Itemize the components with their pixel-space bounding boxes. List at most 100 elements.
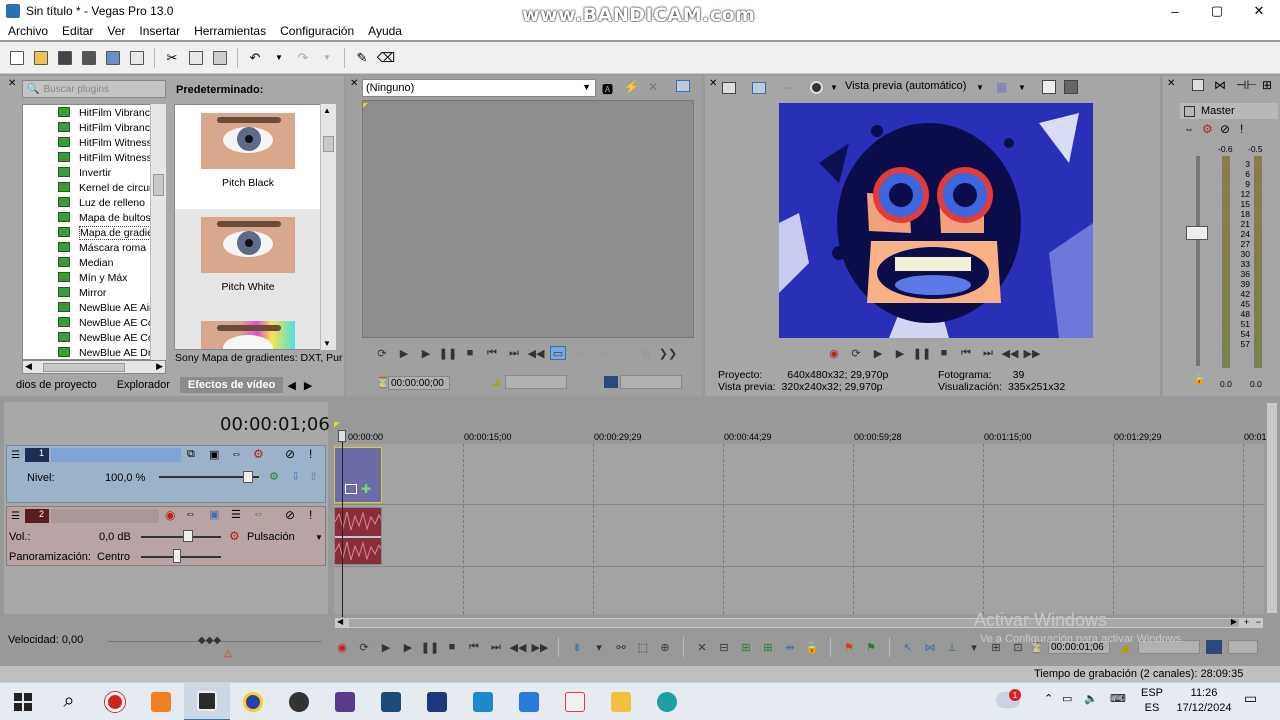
envelope-tool-icon[interactable]: ⚯ — [613, 640, 629, 654]
move-down-icon[interactable]: ⇩ — [291, 470, 300, 483]
master-fader-handle[interactable] — [1186, 226, 1208, 240]
track-motion-icon[interactable]: ⇔ — [231, 448, 242, 460]
stop-icon[interactable]: ■ — [936, 346, 952, 360]
taskbar-app-office[interactable] — [414, 683, 460, 720]
go-to-end-icon[interactable]: ⏭ — [980, 346, 996, 360]
play-from-start-icon[interactable]: ▶ — [870, 346, 886, 360]
record-icon[interactable]: ◉ — [826, 346, 842, 360]
solo-icon[interactable]: ! — [1240, 122, 1243, 136]
save-icon[interactable] — [54, 47, 76, 69]
stop-icon[interactable]: ■ — [462, 346, 478, 360]
previous-frame-icon[interactable]: ◀◀ — [510, 640, 527, 654]
taskbar-app-movie-maker[interactable] — [460, 683, 506, 720]
fit-icon[interactable]: ▭ — [616, 346, 632, 360]
monitor-icon[interactable] — [752, 82, 766, 94]
taskbar-app-media[interactable] — [230, 683, 276, 720]
track-name-field[interactable] — [51, 448, 181, 462]
loop-icon[interactable]: ⟳ — [848, 346, 864, 360]
insert-icon[interactable]: ▭ — [572, 346, 588, 360]
tab-scroll-left-icon[interactable]: ◀ — [283, 379, 299, 392]
move-up-icon[interactable]: ⇧ — [309, 470, 318, 483]
list-item[interactable]: Invertir — [23, 165, 165, 180]
chevron-up-icon[interactable]: ⌃ — [1044, 692, 1053, 705]
pan-slider-handle[interactable] — [173, 549, 181, 563]
play-icon[interactable]: ▶ — [400, 640, 416, 654]
menu-ayuda[interactable]: Ayuda — [360, 24, 408, 38]
search-button[interactable]: ⌕ — [46, 683, 92, 720]
new-file-icon[interactable] — [6, 47, 28, 69]
undo-dropdown-icon[interactable]: ▼ — [268, 47, 290, 69]
play-icon[interactable]: ▶ — [418, 346, 434, 360]
play-from-start-icon[interactable]: ▶ — [378, 640, 394, 654]
taskbar-app-powerdirector[interactable] — [368, 683, 414, 720]
zoom-out-icon[interactable]: − — [1256, 617, 1261, 627]
taskbar-app-edge[interactable] — [644, 683, 690, 720]
presets-scrollbar[interactable]: ▲ ▼ — [320, 104, 336, 350]
meter-icon[interactable]: ⊞ — [1262, 78, 1272, 92]
trim-start-icon[interactable]: ⊞ — [738, 640, 754, 654]
scroll-left-icon[interactable]: ◀ — [25, 361, 32, 372]
list-item[interactable]: Median — [23, 255, 165, 270]
preset-item[interactable] — [175, 313, 321, 349]
volume-slider[interactable] — [141, 536, 221, 538]
preset-pitch-white[interactable]: Pitch White — [175, 209, 321, 313]
overwrite-icon[interactable]: ▭ — [594, 346, 610, 360]
taskbar-app-fl-studio[interactable] — [138, 683, 184, 720]
region-icon[interactable]: ⚑ — [863, 640, 879, 654]
loop-icon[interactable]: ⟳ — [356, 640, 372, 654]
keyboard-icon[interactable]: ⌨ — [1110, 692, 1126, 705]
properties-icon[interactable] — [126, 47, 148, 69]
scroll-down-icon[interactable]: ▼ — [323, 339, 331, 348]
save-as-icon[interactable] — [78, 47, 100, 69]
track-name-field[interactable] — [51, 509, 159, 523]
list-item[interactable]: Mirror — [23, 285, 165, 300]
chevron-down-icon[interactable]: ▼ — [976, 83, 984, 92]
save-snapshot-icon[interactable] — [1064, 80, 1078, 94]
list-item[interactable]: Máscara roma — [23, 240, 165, 255]
go-to-start-icon[interactable]: ⏮ — [466, 640, 482, 654]
scroll-left-icon[interactable]: ◀ — [337, 617, 343, 626]
gear-icon[interactable]: ⚙ — [1202, 122, 1213, 136]
scroll-right-icon[interactable]: ▶ — [1231, 617, 1237, 626]
copy-snapshot-icon[interactable] — [1042, 80, 1056, 94]
chevron-down-icon[interactable]: ▼ — [830, 83, 838, 92]
gear-icon[interactable]: ⚙ — [229, 529, 240, 543]
loop-icon[interactable]: ⟳ — [374, 346, 390, 360]
in-point-field[interactable] — [505, 375, 567, 389]
monitor-icon[interactable] — [676, 80, 690, 92]
open-folder-icon[interactable] — [30, 47, 52, 69]
audio-fx-icon[interactable]: ⇔ — [253, 508, 264, 520]
pan-mode[interactable]: Pulsación — [247, 531, 295, 543]
close-panel-icon[interactable]: ✕ — [350, 78, 358, 89]
previous-frame-icon[interactable]: ◀◀ — [528, 346, 545, 360]
track-menu-icon[interactable]: ☰ — [11, 511, 20, 522]
close-panel-icon[interactable]: ✕ — [709, 78, 717, 89]
next-frame-icon[interactable]: ▶▶ — [532, 640, 549, 654]
scroll-up-icon[interactable]: ▲ — [323, 106, 331, 115]
automation-icon[interactable]: ☰ — [231, 508, 241, 521]
out-point-field[interactable] — [620, 375, 682, 389]
split-screen-icon[interactable] — [810, 81, 823, 94]
undo-icon[interactable]: ↶ — [244, 47, 266, 69]
taskbar-app-video-editor[interactable] — [322, 683, 368, 720]
invert-phase-icon[interactable]: ⇔ — [185, 508, 196, 520]
snapping-icon[interactable]: ↖ — [900, 640, 916, 654]
add-to-timeline-icon[interactable]: ▭ — [550, 346, 566, 360]
pan-slider[interactable] — [141, 556, 221, 558]
render-icon[interactable] — [102, 47, 124, 69]
taskbar-app-vegas[interactable] — [184, 682, 230, 720]
taskbar-app-explorer[interactable] — [598, 683, 644, 720]
go-to-end-icon[interactable]: ⏭ — [488, 640, 504, 654]
selection-end-field[interactable] — [1228, 640, 1258, 654]
properties-icon[interactable] — [722, 82, 736, 94]
scroll-thumb[interactable] — [323, 136, 334, 152]
list-item[interactable]: HitFilm Witness F — [23, 135, 165, 150]
composite-parent-icon[interactable]: ▣ — [209, 448, 219, 461]
scroll-right-icon[interactable]: ▶ — [156, 361, 163, 372]
taskbar-app-store[interactable] — [506, 683, 552, 720]
mute-icon[interactable]: ⊘ — [285, 508, 295, 522]
delete-icon[interactable]: ✕ — [694, 640, 710, 654]
menu-archivo[interactable]: Archivo — [0, 24, 54, 38]
redo-icon[interactable]: ↷ — [292, 47, 314, 69]
go-to-start-icon[interactable]: ⏮ — [958, 346, 974, 360]
